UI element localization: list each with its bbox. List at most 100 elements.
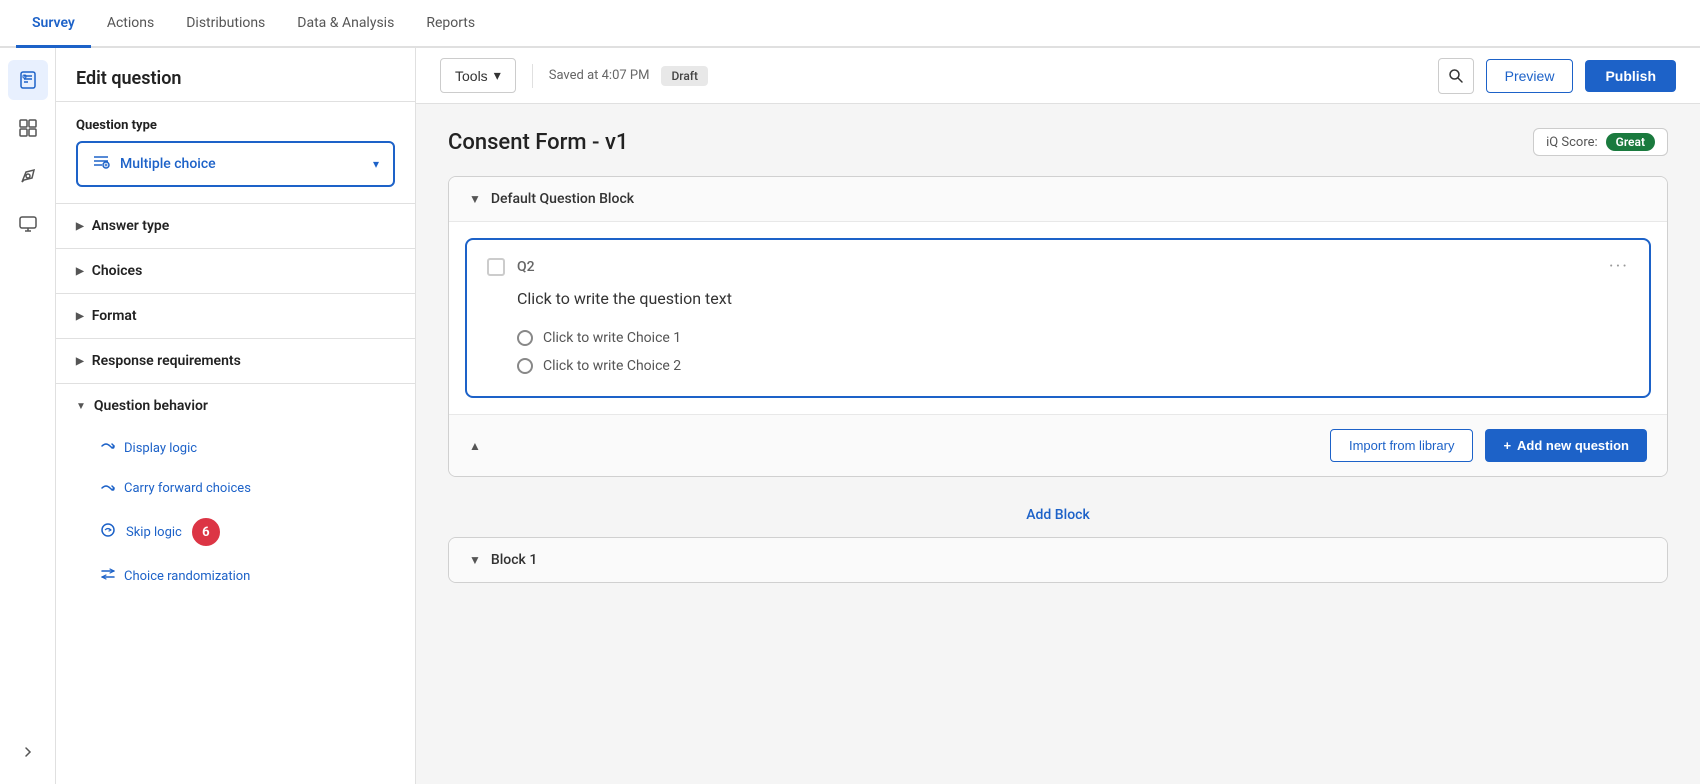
carry-forward-choices-label: Carry forward choices — [124, 481, 251, 496]
block-footer-arrow-icon[interactable]: ▲ — [469, 439, 481, 453]
choice-randomization-icon — [100, 566, 116, 586]
accordion-response-requirements-header[interactable]: ▶ Response requirements — [56, 339, 415, 383]
multiple-choice-icon — [92, 153, 110, 175]
toolbar: Tools ▾ Saved at 4:07 PM Draft Preview P… — [416, 48, 1700, 104]
accordion-arrow-icon: ▶ — [76, 221, 84, 232]
accordion-expanded-arrow-icon: ▼ — [76, 401, 86, 412]
accordion-answer-type: ▶ Answer type — [56, 203, 415, 248]
accordion-arrow-icon: ▶ — [76, 356, 84, 367]
block-header: ▼ Default Question Block — [449, 177, 1667, 222]
choice-radio-1[interactable] — [517, 330, 533, 346]
sidebar-survey-icon[interactable] — [8, 60, 48, 100]
accordion-format-label: Format — [92, 308, 137, 324]
iq-great-value: Great — [1606, 133, 1655, 151]
accordion-response-requirements-label: Response requirements — [92, 353, 241, 369]
question-type-button[interactable]: Multiple choice ▾ — [76, 141, 395, 187]
skip-logic-icon — [100, 522, 116, 542]
accordion-arrow-icon: ▶ — [76, 311, 84, 322]
carry-forward-choices-item[interactable]: Carry forward choices — [56, 468, 415, 508]
sidebar-paint-icon[interactable] — [8, 156, 48, 196]
block-1-title: Block 1 — [491, 552, 537, 568]
add-new-question-button[interactable]: + Add new question — [1485, 429, 1647, 462]
tools-chevron-icon: ▾ — [494, 67, 501, 84]
block-header-title: Default Question Block — [491, 191, 634, 207]
choice-row-2: Click to write Choice 2 — [487, 352, 1629, 380]
toolbar-divider — [532, 64, 533, 88]
skip-logic-item[interactable]: Skip logic 6 — [56, 508, 415, 556]
tab-actions[interactable]: Actions — [91, 0, 170, 48]
tab-reports[interactable]: Reports — [410, 0, 491, 48]
tools-button[interactable]: Tools ▾ — [440, 58, 516, 93]
accordion-question-behavior-label: Question behavior — [94, 398, 208, 414]
block-header-arrow-icon[interactable]: ▼ — [469, 192, 481, 206]
block-1-container: ▼ Block 1 — [448, 537, 1668, 583]
import-from-library-button[interactable]: Import from library — [1330, 429, 1473, 462]
survey-title: Consent Form - v1 — [448, 130, 628, 155]
iq-score-badge: iQ Score: Great — [1533, 128, 1668, 156]
saved-status: Saved at 4:07 PM — [549, 68, 650, 83]
tab-survey[interactable]: Survey — [16, 0, 91, 48]
accordion-choices: ▶ Choices — [56, 248, 415, 293]
add-block-link[interactable]: Add Block — [1026, 507, 1090, 523]
top-navigation: Survey Actions Distributions Data & Anal… — [0, 0, 1700, 48]
accordion-question-behavior: ▼ Question behavior Display logic — [56, 383, 415, 596]
publish-button[interactable]: Publish — [1585, 60, 1676, 92]
tools-label: Tools — [455, 68, 488, 84]
question-type-label: Question type — [56, 102, 415, 141]
question-type-value: Multiple choice — [120, 156, 363, 172]
question-more-menu[interactable]: ··· — [1609, 256, 1629, 277]
block-1-arrow-icon[interactable]: ▼ — [469, 553, 481, 567]
add-question-plus-icon: + — [1503, 438, 1511, 453]
accordion-format: ▶ Format — [56, 293, 415, 338]
preview-button[interactable]: Preview — [1486, 59, 1574, 93]
display-logic-label: Display logic — [124, 441, 197, 456]
accordion-answer-type-label: Answer type — [92, 218, 170, 234]
accordion-arrow-icon: ▶ — [76, 266, 84, 277]
sidebar-monitor-icon[interactable] — [8, 204, 48, 244]
add-block-row: Add Block — [448, 493, 1668, 537]
search-icon — [1448, 68, 1464, 84]
block-footer: ▲ Import from library + Add new question — [449, 414, 1667, 476]
question-text[interactable]: Click to write the question text — [487, 289, 1629, 308]
block-1-header: ▼ Block 1 — [449, 538, 1667, 582]
skip-logic-badge: 6 — [192, 518, 220, 546]
choice-randomization-item[interactable]: Choice randomization — [56, 556, 415, 596]
choice-row-1: Click to write Choice 1 — [487, 324, 1629, 352]
icon-sidebar — [0, 48, 56, 784]
search-button[interactable] — [1438, 58, 1474, 94]
main-layout: Edit question Question type Multiple cho… — [0, 48, 1700, 784]
choice-randomization-label: Choice randomization — [124, 569, 250, 584]
sidebar-layout-icon[interactable] — [8, 108, 48, 148]
block-footer-actions: Import from library + Add new question — [1330, 429, 1647, 462]
iq-score-label: iQ Score: — [1546, 135, 1598, 150]
accordion-response-requirements: ▶ Response requirements — [56, 338, 415, 383]
choice-radio-2[interactable] — [517, 358, 533, 374]
left-panel: Edit question Question type Multiple cho… — [56, 48, 416, 784]
choice-text-1[interactable]: Click to write Choice 1 — [543, 330, 681, 346]
tab-data-analysis[interactable]: Data & Analysis — [281, 0, 410, 48]
draft-badge: Draft — [661, 66, 708, 86]
display-logic-icon — [100, 438, 116, 458]
carry-forward-icon — [100, 478, 116, 498]
question-checkbox[interactable] — [487, 258, 505, 276]
survey-canvas: Consent Form - v1 iQ Score: Great ▼ Defa… — [416, 104, 1700, 784]
display-logic-item[interactable]: Display logic — [56, 428, 415, 468]
question-card-q2: Q2 ··· Click to write the question text … — [465, 238, 1651, 398]
question-id-label: Q2 — [517, 259, 535, 275]
choice-text-2[interactable]: Click to write Choice 2 — [543, 358, 681, 374]
accordion-choices-label: Choices — [92, 263, 143, 279]
edit-question-header: Edit question — [56, 48, 415, 102]
accordion-format-header[interactable]: ▶ Format — [56, 294, 415, 338]
accordion-answer-type-header[interactable]: ▶ Answer type — [56, 204, 415, 248]
content-area: Tools ▾ Saved at 4:07 PM Draft Preview P… — [416, 48, 1700, 784]
sidebar-expand-btn[interactable] — [8, 732, 48, 772]
accordion-question-behavior-header[interactable]: ▼ Question behavior — [56, 384, 415, 428]
question-type-chevron-icon: ▾ — [373, 157, 379, 171]
question-card-header: Q2 ··· — [487, 256, 1629, 277]
skip-logic-label: Skip logic — [126, 525, 182, 540]
accordion-choices-header[interactable]: ▶ Choices — [56, 249, 415, 293]
survey-title-row: Consent Form - v1 iQ Score: Great — [448, 128, 1668, 156]
tab-distributions[interactable]: Distributions — [170, 0, 281, 48]
default-question-block: ▼ Default Question Block Q2 ··· Click to… — [448, 176, 1668, 477]
add-question-label: Add new question — [1517, 438, 1629, 453]
